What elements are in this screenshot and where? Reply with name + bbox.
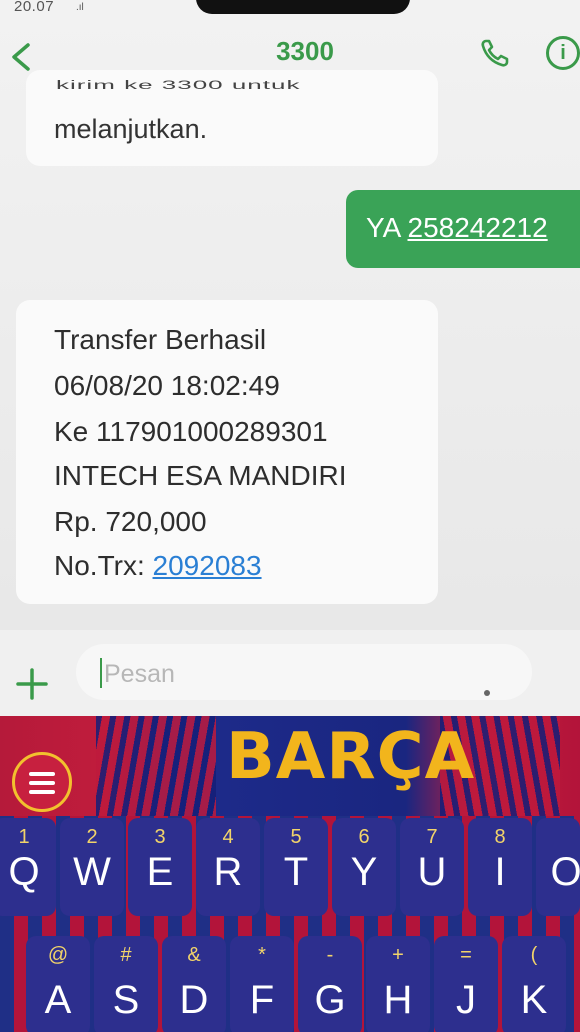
status-bar: 20.07 .ıl [0,0,580,18]
transfer-amount: Rp. 720,000 [54,506,207,537]
key-symbol: = [460,944,472,966]
key-letter: D [179,978,209,1022]
transfer-status: Transfer Berhasil [54,324,267,355]
key-letter: J [456,978,476,1022]
key-number: 3 [154,826,166,848]
key-w[interactable]: 2 W [60,818,124,916]
phone-icon [481,39,509,67]
key-letter: T [283,850,309,894]
key-letter: S [112,978,140,1022]
key-number: 6 [358,826,370,848]
trx-label: No.Trx: [54,550,153,581]
key-number: 5 [290,826,302,848]
key-d[interactable]: & D [162,936,226,1032]
key-i[interactable]: 8 I [468,818,532,916]
input-placeholder: Pesan [104,660,175,688]
key-symbol: # [120,944,132,966]
message-prefix: YA [366,212,408,243]
key-letter: E [146,850,174,894]
key-q[interactable]: 1 Q [0,818,56,916]
key-letter: O [550,850,580,894]
key-o[interactable]: O [536,818,580,916]
key-r[interactable]: 4 R [196,818,260,916]
key-letter: Q [8,850,40,894]
key-symbol: * [258,944,266,966]
key-number: 4 [222,826,234,848]
key-h[interactable]: + H [366,936,430,1032]
key-t[interactable]: 5 T [264,818,328,916]
key-s[interactable]: # S [94,936,158,1032]
keyboard-banner: BARÇA [0,716,580,816]
key-letter: Y [350,850,378,894]
message-composer: Pesan [0,630,580,716]
banner-stripes-left [96,716,216,816]
outgoing-message: YA 258242212 [346,190,580,268]
trx-number-link[interactable]: 2092083 [153,550,262,581]
menu-icon-bar [29,790,55,794]
menu-icon [29,772,55,776]
key-letter: A [44,978,72,1022]
transfer-trx: No.Trx: 2092083 [54,550,262,582]
status-time: 20.07 [14,0,55,15]
key-symbol: - [326,944,334,966]
messaging-screen: 20.07 .ıl 3300 i kirim ke 3300 untuk mel… [0,0,580,1032]
input-indicator [484,690,490,696]
transfer-datetime: 06/08/20 18:02:49 [54,370,280,401]
key-symbol: ( [530,944,538,966]
key-number: 1 [18,826,30,848]
message-code-link[interactable]: 258242212 [408,212,548,243]
key-number: 2 [86,826,98,848]
key-symbol: + [392,944,404,966]
key-symbol: & [187,944,201,966]
key-u[interactable]: 7 U [400,818,464,916]
menu-icon-bar [29,781,55,785]
key-letter: R [213,850,243,894]
key-k[interactable]: ( K [502,936,566,1032]
message-input[interactable]: Pesan [76,644,532,700]
message-clipped-text: kirim ke 3300 untuk [56,78,301,92]
keyboard-theme-label: BARÇA [226,720,476,794]
key-letter: H [383,978,413,1022]
key-letter: I [494,850,506,894]
key-letter: W [73,850,111,894]
key-j[interactable]: = J [434,936,498,1032]
attach-button[interactable] [14,666,50,702]
plus-icon [16,668,48,700]
key-e[interactable]: 3 E [128,818,192,916]
message-text: YA 258242212 [366,212,548,244]
key-letter: K [520,978,548,1022]
key-number: 8 [494,826,506,848]
info-icon[interactable]: i [546,36,580,70]
call-button[interactable] [478,36,512,70]
camera-notch [196,0,410,14]
key-letter: F [249,978,275,1022]
keyboard-menu-button[interactable] [12,752,72,812]
key-letter: G [314,978,346,1022]
incoming-message-transfer: Transfer Berhasil 06/08/20 18:02:49 Ke 1… [16,300,438,604]
key-number: 7 [426,826,438,848]
key-y[interactable]: 6 Y [332,818,396,916]
key-letter: U [417,850,447,894]
text-cursor [100,658,102,688]
transfer-recipient: INTECH ESA MANDIRI [54,460,347,491]
keyboard: BARÇA 1 Q 2 W 3 E 4 R 5 T 6 Y 7 U 8 I O … [0,716,580,1032]
key-a[interactable]: @ A [26,936,90,1032]
key-f[interactable]: * F [230,936,294,1032]
key-g[interactable]: - G [298,936,362,1032]
key-symbol: @ [47,944,69,966]
incoming-message: kirim ke 3300 untuk melanjutkan. [26,70,438,166]
signal-icon: .ıl [76,2,84,13]
transfer-account: Ke 117901000289301 [54,416,328,447]
message-text: melanjutkan. [54,114,208,144]
